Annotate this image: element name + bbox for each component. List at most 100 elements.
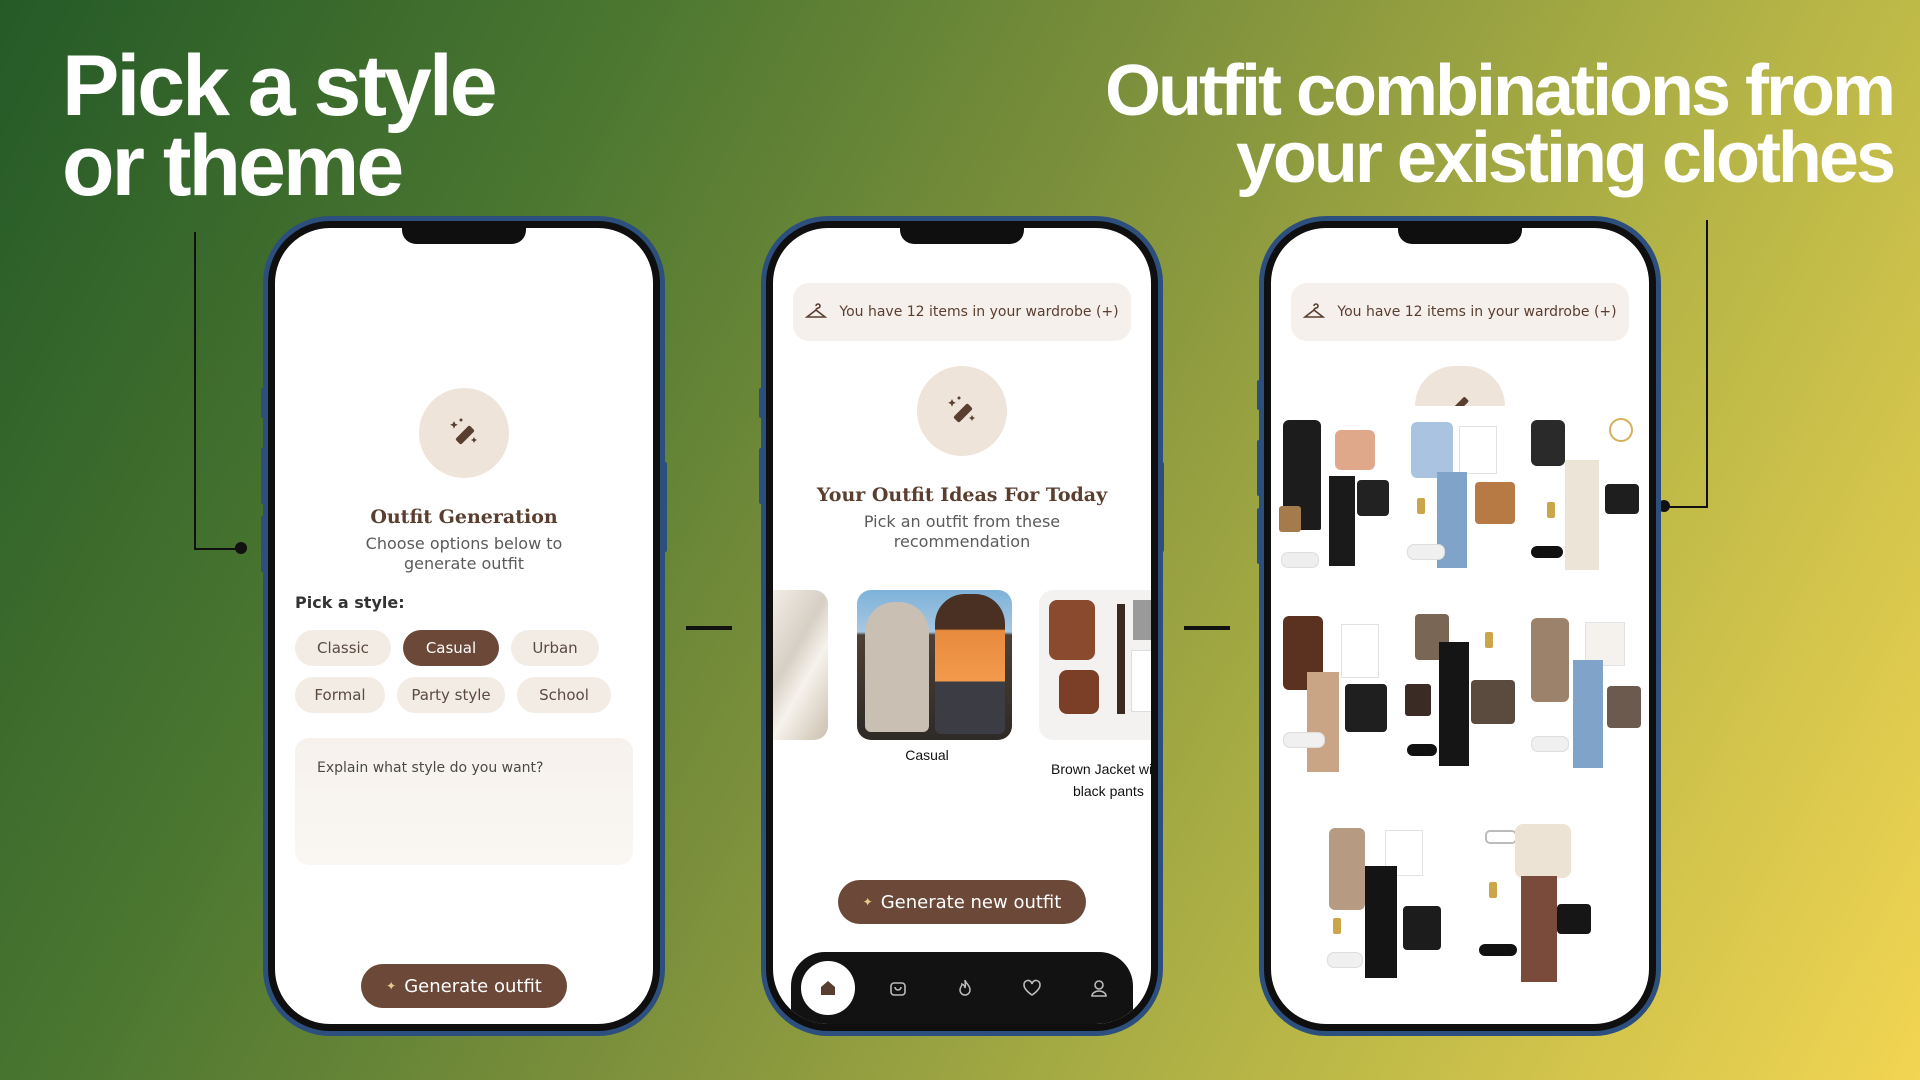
style-chip-party-style[interactable]: Party style	[397, 677, 505, 713]
wardrobe-count-text: You have 12 items in your wardrobe (+)	[1337, 304, 1617, 320]
arrow-dash-1	[686, 626, 732, 630]
style-chip-urban[interactable]: Urban	[511, 630, 599, 666]
item-wallet	[1279, 506, 1301, 532]
item-watch	[1333, 918, 1341, 934]
tab-bag[interactable]	[874, 964, 922, 1012]
item-bag	[1607, 686, 1641, 728]
item-pants	[1307, 672, 1339, 772]
tab-profile[interactable]	[1075, 964, 1123, 1012]
style-chip-school[interactable]: School	[517, 677, 611, 713]
style-chip-formal[interactable]: Formal	[295, 677, 385, 713]
item-bag	[1345, 684, 1387, 732]
style-description-input[interactable]: Explain what style do you want?	[295, 738, 633, 865]
phone-1-side-button	[261, 448, 266, 504]
phone-2-side-button	[759, 448, 764, 504]
phone-1-side-button	[662, 462, 667, 552]
wardrobe-count-text: You have 12 items in your wardrobe (+)	[839, 304, 1119, 320]
outfit-combination[interactable]	[1471, 820, 1601, 990]
wardrobe-count-banner[interactable]: You have 12 items in your wardrobe (+)	[793, 283, 1131, 341]
pick-style-label: Pick a style:	[295, 593, 405, 612]
outfit-combination[interactable]	[1321, 820, 1451, 990]
outfit-card-partial-left[interactable]	[773, 590, 828, 740]
home-icon	[820, 981, 835, 995]
screen-subtitle: Pick an outfit from these recommendation	[773, 512, 1151, 552]
outfit-combination[interactable]	[1525, 416, 1645, 576]
outfit-combination[interactable]	[1525, 612, 1645, 778]
outfit-card-brown-jacket[interactable]	[1039, 590, 1151, 740]
item-shoes	[1531, 736, 1569, 752]
style-chip-classic[interactable]: Classic	[295, 630, 391, 666]
subtitle-line: generate outfit	[403, 554, 525, 573]
generate-new-outfit-label: Generate new outfit	[880, 891, 1062, 913]
style-chip-casual[interactable]: Casual	[403, 630, 499, 666]
item-jeans	[1573, 660, 1603, 768]
tab-home[interactable]	[800, 961, 855, 1015]
item-bodysuit	[1531, 420, 1565, 466]
item-shoes	[1327, 952, 1363, 968]
item-top	[1335, 430, 1375, 470]
item-pants	[1521, 876, 1557, 982]
item-watch	[1547, 502, 1555, 518]
item-watch	[1485, 632, 1493, 648]
caption-line: black pants	[1073, 783, 1144, 799]
card-photo-boots	[1059, 670, 1099, 714]
screen-title: Your Outfit Ideas For Today	[816, 484, 1108, 506]
item-glasses	[1485, 830, 1517, 844]
generate-outfit-button[interactable]: ✦ Generate outfit	[361, 964, 567, 1008]
hanger-icon	[1303, 303, 1326, 318]
item-shoes	[1407, 544, 1445, 560]
item-watch	[1489, 882, 1497, 898]
item-wallet	[1405, 684, 1431, 716]
phone-2-side-button	[759, 388, 764, 418]
bag-icon	[889, 982, 906, 996]
style-description-placeholder: Explain what style do you want?	[317, 760, 544, 776]
wardrobe-count-banner[interactable]: You have 12 items in your wardrobe (+)	[1291, 283, 1629, 341]
item-heels	[1531, 546, 1563, 558]
flame-icon	[959, 979, 971, 996]
outfit-combination[interactable]	[1277, 612, 1395, 778]
headline-right-line-2: your existing clothes	[1235, 118, 1896, 198]
left-connector-dot	[235, 542, 247, 554]
subtitle-line: Pick an outfit from these	[863, 512, 1061, 531]
headline-left-line-1: Pick a style	[62, 38, 498, 134]
outfit-card-caption: Casual	[905, 747, 949, 763]
card-photo-figure	[935, 594, 1005, 734]
headline-right: Outfit combinations from your existing c…	[1105, 55, 1896, 198]
phone-3-side-button	[1257, 440, 1262, 496]
tab-trending[interactable]	[941, 964, 989, 1012]
bottom-tab-bar	[791, 952, 1133, 1024]
item-bag	[1471, 680, 1515, 724]
phone-notch	[402, 228, 526, 244]
item-pants	[1439, 642, 1469, 766]
phone-notch	[900, 228, 1024, 244]
item-bag	[1357, 480, 1389, 516]
item-bag	[1403, 906, 1441, 950]
outfit-combination[interactable]	[1277, 416, 1395, 576]
item-watch	[1417, 498, 1425, 514]
item-bag	[1605, 484, 1639, 514]
user-icon	[1091, 980, 1108, 997]
item-shirt	[1411, 422, 1453, 478]
item-pants	[1365, 866, 1397, 978]
headline-left: Pick a style or theme	[62, 38, 498, 209]
outfit-combination[interactable]	[1401, 612, 1519, 778]
phone-notch	[1398, 228, 1522, 244]
magic-wand-badge	[917, 366, 1007, 456]
tab-favorites[interactable]	[1008, 964, 1056, 1012]
generate-new-outfit-button[interactable]: ✦ Generate new outfit	[838, 880, 1086, 924]
generate-outfit-label: Generate outfit	[404, 975, 542, 997]
card-photo-pants	[1133, 600, 1151, 640]
item-pants	[1565, 460, 1599, 570]
left-connector-line	[194, 232, 242, 550]
outfit-combination[interactable]	[1401, 416, 1519, 576]
item-pants	[1329, 476, 1355, 566]
outfit-combinations-screen: You have 12 items in your wardrobe (+)	[1271, 228, 1649, 1024]
subtitle-line: recommendation	[893, 532, 1031, 551]
outfit-card-casual[interactable]	[857, 590, 1012, 740]
phone-1: Outfit Generation Choose options below t…	[268, 221, 660, 1031]
phone-2-side-button	[1159, 462, 1164, 552]
item-shoes	[1281, 552, 1319, 568]
item-blazer	[1329, 828, 1365, 910]
magic-wand-icon	[1453, 397, 1469, 406]
card-photo-shirt	[1131, 650, 1151, 712]
